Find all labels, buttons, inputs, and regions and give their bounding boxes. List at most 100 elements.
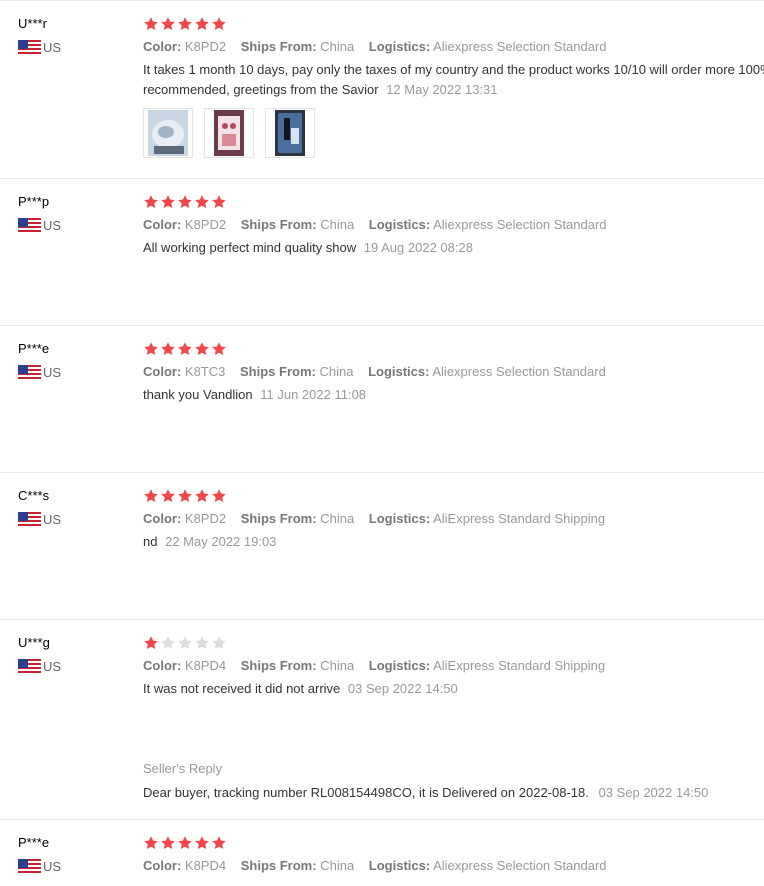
star-filled-icon [178, 342, 192, 355]
review-text: All working perfect mind quality show 19… [143, 238, 764, 258]
reviewer-info: P***p US [18, 194, 128, 234]
us-flag-icon [18, 659, 41, 675]
review-date: 19 Aug 2022 08:28 [363, 240, 473, 255]
star-rating [143, 488, 764, 504]
review-body: Color: K8PD4 Ships From: China Logistics… [143, 835, 764, 875]
star-filled-icon [178, 17, 192, 30]
ships-from-value: China [319, 364, 354, 379]
review-divider [0, 178, 764, 179]
logistics-label: Logistics: [368, 658, 431, 673]
star-filled-icon [195, 342, 209, 355]
country-code: US [43, 859, 62, 874]
review-text-body: thank you Vandlion [143, 387, 253, 402]
logistics-label: Logistics: [368, 511, 431, 526]
reviewer-country: US [18, 659, 128, 675]
review-meta: Color: K8PD4 Ships From: China Logistics… [143, 857, 764, 875]
logistics-label: Logistics: [368, 217, 431, 232]
review-meta: Color: K8PD2 Ships From: China Logistics… [143, 38, 764, 56]
country-code: US [43, 659, 62, 674]
photo-icon [275, 110, 305, 156]
star-filled-icon [212, 17, 226, 30]
ships-from-label: Ships From: [240, 858, 317, 873]
star-filled-icon [212, 195, 226, 208]
star-filled-icon [212, 836, 226, 849]
color-label: Color: [143, 858, 182, 873]
color-value: K8PD2 [184, 217, 227, 232]
star-filled-icon [144, 17, 158, 30]
star-filled-icon [178, 195, 192, 208]
review-photos [143, 108, 764, 158]
reviewer-country: US [18, 365, 128, 381]
review-text: nd 22 May 2022 19:03 [143, 532, 764, 552]
star-filled-icon [161, 836, 175, 849]
photo-icon [214, 110, 244, 156]
color-label: Color: [143, 39, 182, 54]
review-date: 03 Sep 2022 14:50 [347, 681, 458, 696]
color-label: Color: [143, 658, 182, 673]
seller-reply-body: Dear buyer, tracking number RL008154498C… [143, 785, 589, 800]
ships-from-value: China [320, 217, 355, 232]
reviewer-info: U***g US [18, 635, 128, 675]
ships-from-label: Ships From: [240, 364, 316, 379]
logistics-label: Logistics: [368, 858, 431, 873]
logistics-value: Aliexpress Selection Standard [433, 858, 607, 873]
star-filled-icon [195, 489, 209, 502]
review-photo-thumbnail[interactable] [265, 108, 315, 158]
country-code: US [43, 218, 62, 233]
us-flag-icon [18, 40, 41, 56]
review-divider [0, 325, 764, 326]
color-label: Color: [143, 511, 182, 526]
star-filled-icon [144, 836, 158, 849]
review-meta: Color: K8PD2 Ships From: China Logistics… [143, 510, 764, 528]
reviewer-info: P***e US [18, 835, 128, 875]
ships-from-label: Ships From: [240, 511, 317, 526]
us-flag-icon [18, 218, 41, 234]
review-meta: Color: K8TC3 Ships From: China Logistics… [143, 363, 764, 381]
color-value: K8PD2 [184, 511, 227, 526]
color-value: K8PD4 [184, 658, 227, 673]
color-label: Color: [143, 217, 182, 232]
review-divider [0, 819, 764, 820]
review-photo-thumbnail[interactable] [143, 108, 193, 158]
reviewer-country: US [18, 218, 128, 234]
star-filled-icon [212, 342, 226, 355]
color-value: K8PD4 [184, 858, 227, 873]
reviewer-name: P***e [18, 341, 50, 356]
star-filled-icon [144, 489, 158, 502]
review-divider [0, 0, 764, 1]
ships-from-value: China [320, 39, 355, 54]
seller-reply-date: 03 Sep 2022 14:50 [598, 785, 709, 800]
star-filled-icon [195, 195, 209, 208]
feedback-list: U***r US Color: K8PD2 Ships From: China … [0, 0, 764, 886]
star-rating [143, 341, 764, 357]
star-filled-icon [195, 836, 209, 849]
us-flag-icon [18, 365, 41, 381]
review-photo-thumbnail[interactable] [204, 108, 254, 158]
reviewer-name: P***p [18, 194, 50, 209]
photo-icon [148, 110, 188, 156]
star-empty-icon [178, 636, 192, 649]
star-rating [143, 194, 764, 210]
star-empty-icon [212, 636, 226, 649]
review-text-body: nd [143, 534, 158, 549]
ships-from-value: China [320, 858, 355, 873]
reviewer-info: U***r US [18, 16, 128, 56]
ships-from-label: Ships From: [240, 217, 317, 232]
star-empty-icon [161, 636, 175, 649]
reviewer-name: C***s [18, 488, 50, 503]
review-divider [0, 472, 764, 473]
us-flag-icon [18, 859, 41, 875]
color-value: K8PD2 [184, 39, 227, 54]
review-date: 12 May 2022 13:31 [386, 82, 498, 97]
reviewer-country: US [18, 859, 128, 875]
star-rating [143, 16, 764, 32]
logistics-value: Aliexpress Selection Standard [433, 39, 607, 54]
review-body: Color: K8TC3 Ships From: China Logistics… [143, 341, 764, 405]
review-text: It takes 1 month 10 days, pay only the t… [143, 60, 764, 100]
star-filled-icon [178, 489, 192, 502]
review-date: 11 Jun 2022 11:08 [260, 387, 367, 402]
logistics-label: Logistics: [368, 364, 430, 379]
review-text: It was not received it did not arrive 03… [143, 679, 764, 699]
review-meta: Color: K8PD4 Ships From: China Logistics… [143, 657, 764, 675]
star-filled-icon [161, 195, 175, 208]
